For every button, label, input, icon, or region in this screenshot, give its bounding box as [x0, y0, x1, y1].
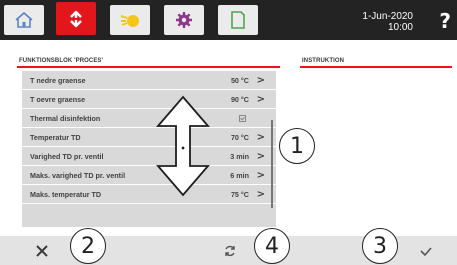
- cancel-button[interactable]: [12, 236, 72, 265]
- callout-2: 2: [70, 228, 106, 264]
- double-arrow-icon: [156, 95, 210, 197]
- callout-1: 1: [279, 128, 315, 164]
- callout-3: 3: [362, 228, 398, 264]
- close-icon: [36, 244, 48, 257]
- callout-4: 4: [254, 228, 290, 264]
- refresh-button[interactable]: [205, 236, 255, 265]
- check-icon: [420, 246, 432, 256]
- refresh-icon: [225, 245, 235, 256]
- confirm-button[interactable]: [400, 236, 452, 265]
- scroll-gesture-overlay: [156, 95, 210, 197]
